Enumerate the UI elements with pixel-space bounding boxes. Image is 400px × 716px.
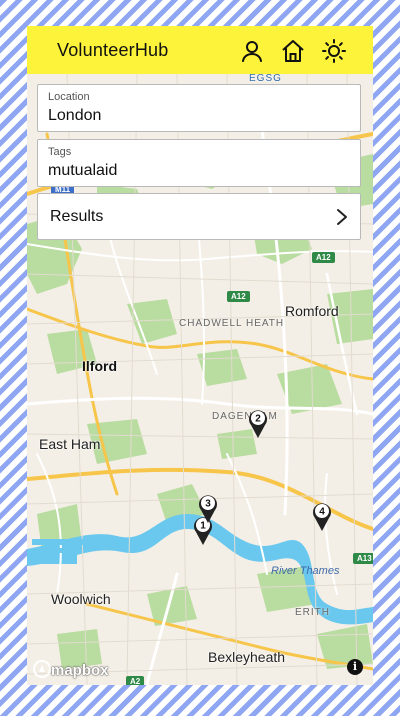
tags-label: Tags [48,146,72,158]
app-title: VolunteerHub [57,40,169,60]
place-river-thames: River Thames [271,565,340,577]
sun-icon[interactable] [321,38,347,64]
location-field[interactable]: Location London [37,84,361,132]
place-romford: Romford [285,303,339,319]
mapbox-logo-text: mapbox [51,662,109,679]
road-label-a13: A13 [353,553,373,564]
road-label-a12-mid: A12 [227,291,250,302]
place-bexleyheath: Bexleyheath [208,649,286,665]
map-marker-3-label: 3 [205,499,211,510]
road-label-a12-top: A12 [312,252,335,263]
info-button[interactable]: i [347,659,363,675]
place-chadwell-heath: CHADWELL HEATH [179,318,285,329]
map-marker-4-label: 4 [319,507,325,518]
place-ilford: Ilford [82,358,117,374]
tags-field[interactable]: Tags mutualaid [37,139,361,187]
top-bar: VolunteerHub [27,26,373,74]
mapbox-logo[interactable]: mapbox [33,660,109,679]
map-marker-2[interactable]: 2 [247,407,269,439]
place-east-ham: East Ham [39,436,101,452]
results-button[interactable]: Results [37,193,361,240]
place-woolwich: Woolwich [51,591,111,607]
place-erith: ERITH [295,607,330,618]
map-marker-4[interactable]: 4 [311,500,333,532]
road-label-a2: A2 [126,676,145,685]
map-marker-3[interactable]: 3 [197,492,219,524]
user-icon[interactable] [239,38,265,64]
home-icon[interactable] [280,38,306,64]
tags-input[interactable]: mutualaid [48,162,117,180]
road-label-egsg: EGSG [249,73,282,84]
results-label: Results [50,208,104,225]
chevron-right-icon [337,209,347,225]
location-input[interactable]: London [48,107,101,125]
mapbox-logo-icon [33,660,51,678]
location-label: Location [48,91,90,103]
app-window: VolunteerHub EGSG M11 A12 A12 A13 A2 Rom… [27,26,373,685]
map-marker-2-label: 2 [255,414,261,425]
